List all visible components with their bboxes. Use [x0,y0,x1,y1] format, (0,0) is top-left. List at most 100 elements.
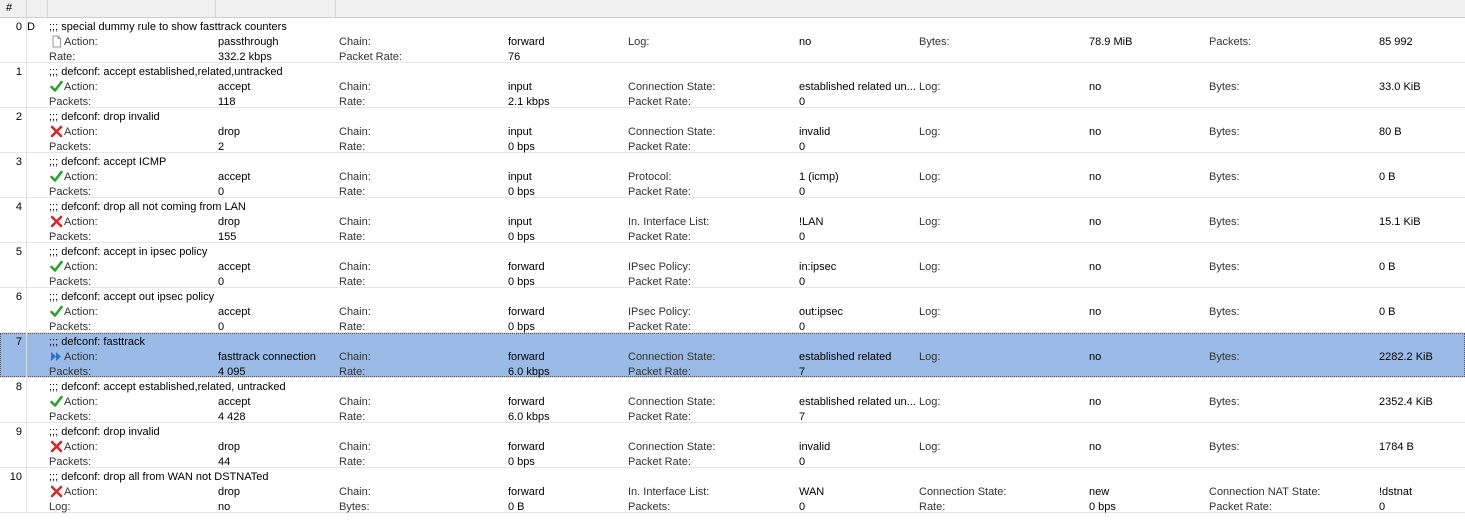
field-label: Action: [64,441,98,453]
field-value: 0 [799,321,806,333]
table-row[interactable]: 7 ;;; defconf: fasttrack Action: fasttrack … [0,333,1465,378]
field-label: Log: [919,261,941,273]
field-value: forward [508,261,545,273]
field-value: established related [799,351,892,363]
field-label: Chain: [339,486,371,498]
field-value: 118 [218,96,236,108]
field-value: 1 (icmp) [799,171,839,183]
field-label: In. Interface List: [628,216,710,228]
field-value: 85 992 [1379,36,1413,48]
field-label: Action: [64,171,98,183]
field-label: Rate: [339,186,366,198]
field-label: Packet Rate: [628,321,691,333]
field-value: out:ipsec [799,306,844,318]
field-value: no [799,36,812,48]
field-value: input [508,171,532,183]
row-number: 1 [15,66,22,78]
table-row[interactable]: 6 ;;; defconf: accept out ipsec policy Act… [0,288,1465,333]
field-label: Bytes: [1209,306,1240,318]
table-row[interactable]: 10 ;;; defconf: drop all from WAN not DST… [0,468,1465,513]
field-label: Connection State: [628,81,716,93]
field-value: 0 [799,456,806,468]
table-header: # [0,0,1465,18]
field-label: Log: [919,396,941,408]
field-label: Packet Rate: [1209,501,1272,513]
field-label: Connection NAT State: [1209,486,1321,498]
field-label: Packets: [49,366,92,378]
field-label: Action: [64,126,98,138]
column-header-action[interactable] [48,0,216,17]
row-number-divider [26,243,27,287]
table-row[interactable]: 0 D ;;; special dummy rule to show fasttra… [0,18,1465,63]
table-row[interactable]: 8 ;;; defconf: accept established,related… [0,378,1465,423]
field-label: Chain: [339,261,371,273]
field-label: Log: [919,441,941,453]
table-row[interactable]: 4 ;;; defconf: drop all not coming from L… [0,198,1465,243]
rule-comment: ;;; defconf: accept out ipsec policy [49,291,215,303]
table-row[interactable]: 5 ;;; defconf: accept in ipsec policy Acti… [0,243,1465,288]
table-row[interactable]: 3 ;;; defconf: accept ICMP Action: accept Ch… [0,153,1465,198]
check-icon [50,260,63,273]
field-label: Action: [64,36,98,48]
field-value: 332.2 kbps [218,51,272,63]
column-header-chain[interactable] [216,0,336,17]
row-number-divider [26,63,27,107]
field-label: Packet Rate: [628,411,691,423]
field-value: 4 095 [218,366,246,378]
field-value: 15.1 KiB [1379,216,1421,228]
field-label: Packets: [49,456,92,468]
field-value: drop [218,216,241,228]
field-label: Packet Rate: [628,186,691,198]
row-number: 5 [15,246,22,258]
field-label: Packet Rate: [628,456,691,468]
field-value: 7 [799,366,806,378]
cross-icon [50,215,63,228]
field-label: Log: [919,306,941,318]
field-value: 0 [799,186,806,198]
firewall-rule-list: 0 D;;; special dummy rule to show fasttra… [0,18,1465,513]
column-header-num[interactable]: # [0,0,27,17]
field-label: Packets: [49,276,92,288]
field-value: 0 B [1379,306,1396,318]
table-row[interactable]: 1 ;;; defconf: accept established,related… [0,63,1465,108]
field-label: Packets: [49,411,92,423]
field-label: Rate: [339,411,366,423]
field-value: 0 B [508,501,525,513]
column-header-rest[interactable] [336,0,1465,17]
field-label: Chain: [339,81,371,93]
field-value: 2282.2 KiB [1379,351,1433,363]
field-value: forward [508,36,545,48]
field-label: Log: [919,81,941,93]
table-row[interactable]: 2 ;;; defconf: drop invalid Action: drop Cha… [0,108,1465,153]
field-value: 0 bps [508,456,535,468]
field-label: Chain: [339,171,371,183]
field-value: input [508,216,532,228]
field-value: 78.9 MiB [1089,36,1133,48]
row-number: 6 [15,291,22,303]
row-number-divider [26,108,27,152]
field-value: invalid [799,126,831,138]
field-label: Rate: [339,321,366,333]
check-icon [50,170,63,183]
field-value: !LAN [799,216,824,228]
row-number-divider [26,198,27,242]
rule-comment: ;;; defconf: drop all from WAN not DSTNA… [49,471,269,483]
row-number-divider [26,378,27,422]
field-label: Packets: [1209,36,1252,48]
field-label: Log: [628,36,650,48]
field-label: Action: [64,486,98,498]
column-header-flags[interactable] [27,0,48,17]
field-label: Log: [919,216,941,228]
field-value: !dstnat [1379,486,1413,498]
table-row[interactable]: 9 ;;; defconf: drop invalid Action: drop Cha… [0,423,1465,468]
field-label: Rate: [339,276,366,288]
field-label: Packet Rate: [628,231,691,243]
rule-comment: ;;; defconf: accept established,related,… [49,381,286,393]
page-icon [50,35,63,48]
field-label: Rate: [339,96,366,108]
field-value: invalid [799,441,831,453]
field-label: Action: [64,261,98,273]
field-value: 0 [1379,501,1386,513]
field-label: IPsec Policy: [628,261,691,273]
field-label: Bytes: [1209,81,1240,93]
